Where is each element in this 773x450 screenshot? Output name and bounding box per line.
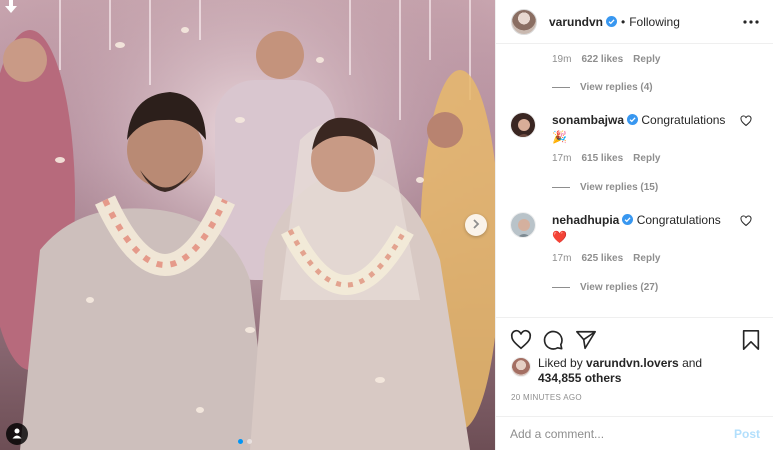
party-popper-emoji: 🎉 bbox=[552, 130, 567, 144]
commenter-avatar[interactable] bbox=[510, 212, 536, 238]
post-timestamp[interactable]: 20 MINUTES AGO bbox=[511, 393, 582, 402]
comment-time: 19m bbox=[552, 54, 572, 65]
separator-dot: • bbox=[621, 14, 626, 29]
liker-avatar[interactable] bbox=[511, 357, 531, 377]
carousel-next-button[interactable] bbox=[465, 214, 487, 236]
back-arrow-icon[interactable] bbox=[3, 0, 19, 14]
comment-time: 17m bbox=[552, 253, 572, 264]
view-replies-button[interactable]: View replies (15) bbox=[552, 182, 658, 193]
comment-likes[interactable]: 615 likes bbox=[581, 153, 623, 164]
post-header: varundvn • Following bbox=[496, 0, 773, 44]
comment-likes[interactable]: 622 likes bbox=[581, 54, 623, 65]
comment-text: Congratulations bbox=[641, 113, 726, 127]
heart-icon[interactable] bbox=[510, 329, 532, 351]
view-replies-label: View replies (15) bbox=[580, 182, 659, 193]
reply-button[interactable]: Reply bbox=[633, 153, 660, 164]
more-options-icon[interactable] bbox=[742, 13, 760, 31]
add-comment-bar: Post bbox=[496, 416, 773, 450]
view-replies-button[interactable]: View replies (4) bbox=[552, 82, 653, 93]
verified-icon bbox=[627, 113, 639, 125]
commenter-username[interactable]: nehadhupia bbox=[552, 213, 619, 227]
reply-button[interactable]: Reply bbox=[633, 54, 660, 65]
view-replies-label: View replies (27) bbox=[580, 282, 659, 293]
author-avatar[interactable] bbox=[511, 8, 537, 35]
comment-like-heart-icon[interactable] bbox=[740, 115, 752, 127]
tagged-users-button[interactable] bbox=[6, 423, 28, 445]
share-icon[interactable] bbox=[575, 329, 597, 351]
verified-icon bbox=[606, 16, 618, 27]
liked-by-summary: Liked by varundvn.lovers and 434,855 oth… bbox=[511, 356, 738, 386]
carousel-indicator bbox=[238, 439, 252, 444]
chevron-right-icon bbox=[471, 218, 481, 232]
liked-by-text: Liked by varundvn.lovers and 434,855 oth… bbox=[538, 356, 738, 386]
commenter-username[interactable]: sonambajwa bbox=[552, 113, 624, 127]
comment-time: 17m bbox=[552, 153, 572, 164]
comment-body: nehadhupia Congratulations ❤️ bbox=[552, 212, 732, 245]
comment-body: sonambajwa Congratulations 🎉 bbox=[552, 112, 732, 145]
user-tag-icon bbox=[11, 427, 23, 442]
post-photo[interactable] bbox=[0, 0, 495, 450]
comment-meta: 17m 625 likes Reply bbox=[552, 253, 660, 264]
likes-count[interactable]: 434,855 others bbox=[538, 371, 621, 385]
red-heart-emoji: ❤️ bbox=[552, 230, 567, 244]
liker-username[interactable]: varundvn.lovers bbox=[586, 356, 679, 370]
wedding-photo-illustration bbox=[0, 0, 495, 450]
comments-list[interactable]: 19m 622 likes Reply View replies (4) son… bbox=[496, 45, 773, 317]
comment-meta: 19m 622 likes Reply bbox=[552, 54, 660, 65]
post-viewer: varundvn • Following 19m 622 likes Reply… bbox=[0, 0, 773, 450]
bookmark-icon[interactable] bbox=[740, 329, 762, 351]
divider bbox=[552, 287, 570, 288]
post-comment-button[interactable]: Post bbox=[734, 427, 760, 441]
view-replies-label: View replies (4) bbox=[580, 82, 653, 93]
liked-by-prefix: Liked by bbox=[538, 356, 587, 370]
comment-text: Congratulations bbox=[636, 213, 721, 227]
liked-by-and: and bbox=[678, 356, 703, 370]
reply-button[interactable]: Reply bbox=[633, 253, 660, 264]
comment-icon[interactable] bbox=[542, 329, 564, 351]
commenter-avatar[interactable] bbox=[510, 112, 536, 138]
comment-input[interactable] bbox=[510, 426, 734, 441]
carousel-dot-active bbox=[238, 439, 243, 444]
view-replies-button[interactable]: View replies (27) bbox=[552, 282, 658, 293]
comment-like-heart-icon[interactable] bbox=[740, 215, 752, 227]
comment-likes[interactable]: 625 likes bbox=[581, 253, 623, 264]
carousel-dot bbox=[247, 439, 252, 444]
following-button[interactable]: Following bbox=[629, 15, 680, 29]
divider bbox=[552, 87, 570, 88]
author-username[interactable]: varundvn bbox=[549, 15, 603, 29]
verified-icon bbox=[622, 213, 634, 225]
post-side-panel: varundvn • Following 19m 622 likes Reply… bbox=[495, 0, 773, 450]
divider bbox=[552, 187, 570, 188]
comment-meta: 17m 615 likes Reply bbox=[552, 153, 660, 164]
